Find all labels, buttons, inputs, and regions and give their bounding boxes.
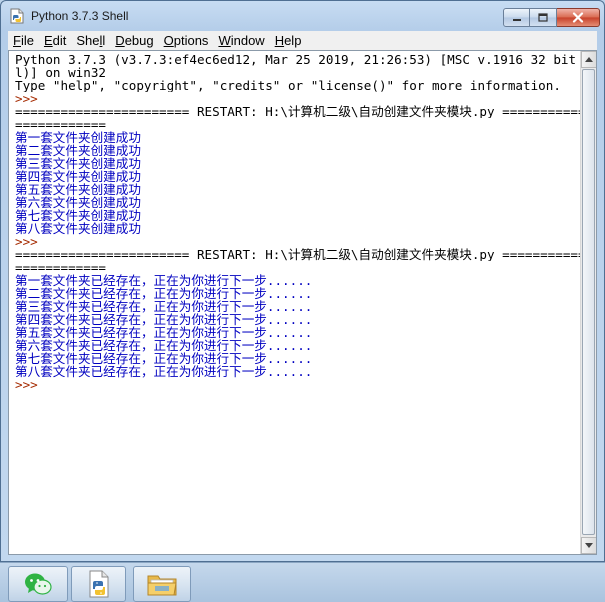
shell-output-line: 第七套文件夹已经存在，正在为你进行下一步...... — [15, 352, 313, 365]
idle-shell-window: Python 3.7.3 Shell File Edit Shell Debug… — [0, 0, 605, 562]
maximize-button[interactable] — [530, 8, 557, 27]
scroll-down-button[interactable] — [581, 537, 596, 554]
python-file-icon — [10, 8, 24, 24]
menu-window[interactable]: Window — [213, 31, 269, 50]
scroll-up-button[interactable] — [581, 51, 596, 68]
shell-output-line: 第二套文件夹创建成功 — [15, 144, 141, 157]
file-explorer-icon — [147, 575, 177, 596]
taskbar-wechat[interactable] — [8, 566, 68, 602]
close-icon — [572, 12, 584, 23]
shell-output-line: 第二套文件夹已经存在，正在为你进行下一步...... — [15, 287, 313, 300]
maximize-icon — [538, 13, 548, 22]
taskbar-file-explorer[interactable] — [133, 566, 191, 602]
menu-help[interactable]: Help — [270, 31, 307, 50]
menu-options[interactable]: Options — [159, 31, 214, 50]
close-button[interactable] — [557, 8, 600, 27]
shell-output-line: 第五套文件夹创建成功 — [15, 183, 141, 196]
shell-output-line: 第四套文件夹创建成功 — [15, 170, 141, 183]
shell-output-line: 第六套文件夹创建成功 — [15, 196, 141, 209]
shell-prompt: >>> — [15, 235, 46, 248]
minimize-icon — [512, 18, 521, 21]
chevron-up-icon — [585, 57, 593, 62]
taskbar-python-idle[interactable] — [71, 566, 126, 602]
shell-output-line: Python 3.7.3 (v3.7.3:ef4ec6ed12, Mar 25 … — [15, 53, 581, 66]
shell-output-line: 第一套文件夹已经存在，正在为你进行下一步...... — [15, 274, 313, 287]
menu-debug[interactable]: Debug — [110, 31, 158, 50]
shell-output-line: 第八套文件夹创建成功 — [15, 222, 141, 235]
title-bar[interactable]: Python 3.7.3 Shell — [1, 1, 604, 31]
shell-prompt: >>> — [15, 378, 46, 391]
shell-output-line: ============ — [15, 118, 106, 131]
shell-output-line: 第八套文件夹已经存在，正在为你进行下一步...... — [15, 365, 313, 378]
menu-shell[interactable]: Shell — [71, 31, 110, 50]
taskbar — [0, 562, 605, 602]
shell-editor[interactable]: Python 3.7.3 (v3.7.3:ef4ec6ed12, Mar 25 … — [8, 50, 597, 555]
shell-output-line: 第五套文件夹已经存在，正在为你进行下一步...... — [15, 326, 313, 339]
chevron-down-icon — [585, 543, 593, 548]
shell-output-line: 第一套文件夹创建成功 — [15, 131, 141, 144]
shell-output-line: ======================= RESTART: H:\计算机二… — [15, 105, 581, 118]
shell-output-line: 第三套文件夹创建成功 — [15, 157, 141, 170]
shell-output[interactable]: Python 3.7.3 (v3.7.3:ef4ec6ed12, Mar 25 … — [9, 51, 581, 554]
wechat-icon — [25, 573, 52, 595]
shell-output-line: 第三套文件夹已经存在，正在为你进行下一步...... — [15, 300, 313, 313]
menu-bar: File Edit Shell Debug Options Window Hel… — [8, 31, 597, 50]
shell-output-line: l)] on win32 — [15, 66, 106, 79]
shell-output-line: 第七套文件夹创建成功 — [15, 209, 141, 222]
python-idle-icon — [89, 570, 108, 598]
window-title: Python 3.7.3 Shell — [31, 9, 129, 23]
scrollbar-thumb[interactable] — [582, 69, 595, 535]
menu-file[interactable]: File — [8, 31, 39, 50]
shell-output-line: 第六套文件夹已经存在，正在为你进行下一步...... — [15, 339, 313, 352]
shell-output-line: 第四套文件夹已经存在，正在为你进行下一步...... — [15, 313, 313, 326]
shell-prompt: >>> — [15, 92, 46, 105]
shell-output-line: ======================= RESTART: H:\计算机二… — [15, 248, 581, 261]
vertical-scrollbar[interactable] — [580, 51, 596, 554]
menu-edit[interactable]: Edit — [39, 31, 71, 50]
minimize-button[interactable] — [503, 8, 530, 27]
shell-output-line: Type "help", "copyright", "credits" or "… — [15, 79, 561, 92]
shell-output-line: ============ — [15, 261, 106, 274]
